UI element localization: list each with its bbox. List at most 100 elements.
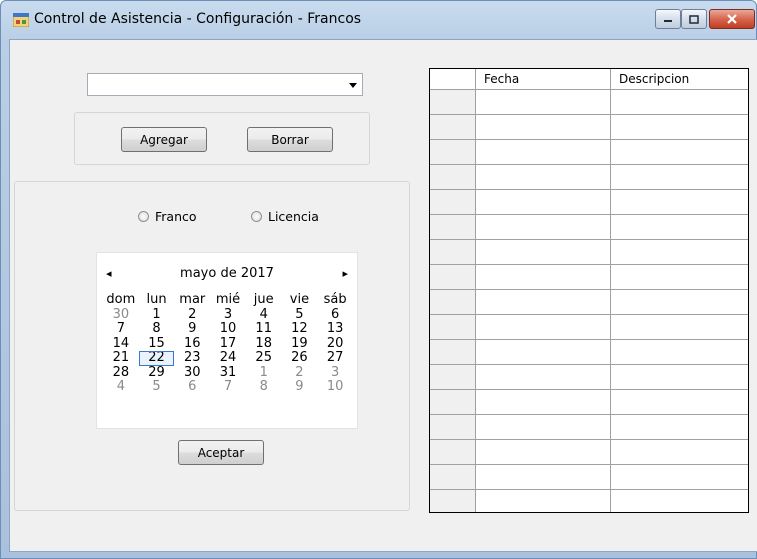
cell-fecha[interactable] bbox=[476, 190, 611, 214]
column-header-descripcion[interactable]: Descripcion bbox=[611, 69, 748, 89]
column-header-fecha[interactable]: Fecha bbox=[476, 69, 611, 89]
table-row[interactable] bbox=[430, 465, 748, 490]
agregar-button[interactable]: Agregar bbox=[121, 127, 207, 152]
cell-fecha[interactable] bbox=[476, 265, 611, 289]
row-header[interactable] bbox=[430, 290, 476, 314]
cell-descripcion[interactable] bbox=[611, 440, 748, 464]
calendar-day[interactable]: 9 bbox=[282, 379, 318, 395]
maximize-button[interactable] bbox=[681, 9, 707, 29]
row-header[interactable] bbox=[430, 315, 476, 339]
cell-fecha[interactable] bbox=[476, 165, 611, 189]
calendar-day[interactable]: 6 bbox=[174, 379, 210, 395]
row-header[interactable] bbox=[430, 340, 476, 364]
calendar-day[interactable]: 30 bbox=[174, 365, 210, 381]
row-header[interactable] bbox=[430, 265, 476, 289]
row-header[interactable] bbox=[430, 215, 476, 239]
calendar-day[interactable]: 1 bbox=[246, 365, 282, 381]
cell-descripcion[interactable] bbox=[611, 215, 748, 239]
calendar-day[interactable]: 8 bbox=[246, 379, 282, 395]
row-header[interactable] bbox=[430, 165, 476, 189]
row-header[interactable] bbox=[430, 390, 476, 414]
calendar-day[interactable]: 4 bbox=[103, 379, 139, 395]
cell-descripcion[interactable] bbox=[611, 240, 748, 264]
cell-descripcion[interactable] bbox=[611, 390, 748, 414]
cell-descripcion[interactable] bbox=[611, 465, 748, 489]
table-row[interactable] bbox=[430, 90, 748, 115]
calendar-day[interactable]: 20 bbox=[317, 336, 353, 352]
next-month-icon[interactable]: ▸ bbox=[342, 267, 348, 280]
table-row[interactable] bbox=[430, 165, 748, 190]
cell-descripcion[interactable] bbox=[611, 190, 748, 214]
table-row[interactable] bbox=[430, 315, 748, 340]
calendar-day[interactable]: 2 bbox=[282, 365, 318, 381]
row-header[interactable] bbox=[430, 190, 476, 214]
radio-licencia-circle[interactable] bbox=[251, 211, 262, 222]
cell-fecha[interactable] bbox=[476, 490, 611, 512]
table-row[interactable] bbox=[430, 265, 748, 290]
employee-combo[interactable] bbox=[87, 73, 363, 96]
chevron-down-icon[interactable] bbox=[349, 83, 357, 88]
cell-descripcion[interactable] bbox=[611, 490, 748, 512]
cell-fecha[interactable] bbox=[476, 390, 611, 414]
calendar-day[interactable]: 18 bbox=[246, 336, 282, 352]
cell-descripcion[interactable] bbox=[611, 415, 748, 439]
table-row[interactable] bbox=[430, 290, 748, 315]
cell-fecha[interactable] bbox=[476, 140, 611, 164]
table-row[interactable] bbox=[430, 215, 748, 240]
row-header[interactable] bbox=[430, 415, 476, 439]
calendar-day[interactable]: 5 bbox=[139, 379, 175, 395]
table-row[interactable] bbox=[430, 140, 748, 165]
radio-franco[interactable]: Franco bbox=[138, 209, 197, 224]
radio-licencia[interactable]: Licencia bbox=[251, 209, 319, 224]
month-calendar[interactable]: ◂ mayo de 2017 ▸ dom lun mar mié jue vie sáb 30… bbox=[96, 252, 358, 429]
cell-fecha[interactable] bbox=[476, 365, 611, 389]
row-header[interactable] bbox=[430, 90, 476, 114]
cell-fecha[interactable] bbox=[476, 90, 611, 114]
calendar-day[interactable]: 17 bbox=[210, 336, 246, 352]
table-row[interactable] bbox=[430, 115, 748, 140]
row-header[interactable] bbox=[430, 465, 476, 489]
minimize-button[interactable] bbox=[655, 9, 681, 29]
table-row[interactable] bbox=[430, 415, 748, 440]
calendar-day[interactable]: 13 bbox=[317, 321, 353, 337]
table-row[interactable] bbox=[430, 190, 748, 215]
cell-fecha[interactable] bbox=[476, 340, 611, 364]
row-header[interactable] bbox=[430, 140, 476, 164]
title-bar[interactable]: Control de Asistencia - Configuración - … bbox=[1, 1, 757, 39]
calendar-day[interactable]: 7 bbox=[210, 379, 246, 395]
radio-franco-circle[interactable] bbox=[138, 211, 149, 222]
calendar-day[interactable]: 22 bbox=[138, 350, 175, 366]
cell-fecha[interactable] bbox=[476, 465, 611, 489]
calendar-title[interactable]: mayo de 2017 bbox=[97, 266, 357, 281]
calendar-day[interactable]: 9 bbox=[174, 321, 210, 337]
cell-descripcion[interactable] bbox=[611, 290, 748, 314]
calendar-day[interactable]: 10 bbox=[317, 379, 353, 395]
cell-fecha[interactable] bbox=[476, 290, 611, 314]
row-header[interactable] bbox=[430, 440, 476, 464]
cell-fecha[interactable] bbox=[476, 240, 611, 264]
francos-table[interactable]: Fecha Descripcion bbox=[429, 68, 749, 513]
calendar-day[interactable]: 21 bbox=[103, 350, 139, 366]
calendar-day[interactable]: 14 bbox=[103, 336, 139, 352]
cell-fecha[interactable] bbox=[476, 215, 611, 239]
calendar-day[interactable]: 31 bbox=[210, 365, 246, 381]
row-header[interactable] bbox=[430, 365, 476, 389]
calendar-day[interactable]: 6 bbox=[317, 307, 353, 323]
calendar-day[interactable]: 2 bbox=[174, 307, 210, 323]
cell-descripcion[interactable] bbox=[611, 365, 748, 389]
calendar-day[interactable]: 10 bbox=[210, 321, 246, 337]
calendar-day[interactable]: 25 bbox=[246, 350, 282, 366]
cell-descripcion[interactable] bbox=[611, 265, 748, 289]
row-header[interactable] bbox=[430, 240, 476, 264]
row-header[interactable] bbox=[430, 115, 476, 139]
calendar-day[interactable]: 5 bbox=[282, 307, 318, 323]
calendar-day[interactable]: 16 bbox=[174, 336, 210, 352]
row-header[interactable] bbox=[430, 490, 476, 512]
calendar-day[interactable]: 4 bbox=[246, 307, 282, 323]
aceptar-button[interactable]: Aceptar bbox=[178, 440, 264, 465]
calendar-day[interactable]: 8 bbox=[139, 321, 175, 337]
cell-fecha[interactable] bbox=[476, 315, 611, 339]
cell-fecha[interactable] bbox=[476, 115, 611, 139]
calendar-day[interactable]: 29 bbox=[139, 365, 175, 381]
cell-descripcion[interactable] bbox=[611, 90, 748, 114]
